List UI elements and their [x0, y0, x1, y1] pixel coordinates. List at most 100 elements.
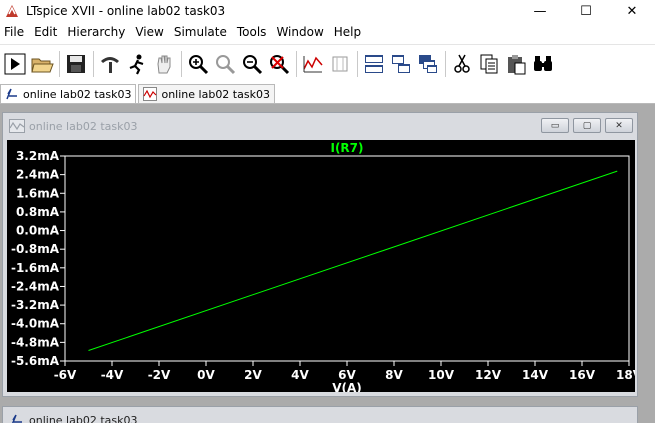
menu-view[interactable]: View: [130, 25, 168, 39]
menu-help[interactable]: Help: [329, 25, 366, 39]
x-tick-label: 18V: [616, 368, 635, 382]
y-tick-label: -5.6mA: [11, 354, 60, 368]
cascade-icon: [419, 54, 437, 73]
run-button[interactable]: [2, 50, 28, 78]
cut-button[interactable]: [449, 50, 475, 78]
y-tick-label: -2.4mA: [11, 279, 60, 293]
child-close-button[interactable]: ✕: [605, 118, 633, 133]
y-tick-label: 0.8mA: [16, 205, 60, 219]
save-icon: [67, 54, 85, 73]
copy-button[interactable]: [476, 50, 502, 78]
second-window-titlebar[interactable]: online lab02 task03: [3, 407, 637, 423]
y-tick-label: 3.2mA: [16, 149, 60, 163]
second-window-title: online lab02 task03: [29, 413, 138, 423]
menu-window[interactable]: Window: [271, 25, 328, 39]
menu-edit[interactable]: Edit: [29, 25, 62, 39]
waveform-plot-area[interactable]: 3.2mA 2.4mA 1.6mA 0.8mA 0.0mA -0.8mA -1.6mA -2.…: [7, 140, 643, 395]
menu-file[interactable]: File: [0, 25, 29, 39]
paste-button[interactable]: [503, 50, 529, 78]
tab-label: online lab02 task03: [23, 87, 132, 101]
tile-horizontal-button[interactable]: [361, 50, 387, 78]
minimize-button[interactable]: —: [517, 0, 563, 22]
toolbar-separator: [181, 50, 182, 77]
toolbar: [0, 44, 655, 82]
y-tick-label: 2.4mA: [16, 168, 60, 182]
schematic-icon: [11, 414, 22, 423]
x-tick-label: 8V: [385, 368, 403, 382]
x-tick-label: 0V: [197, 368, 215, 382]
x-tick-label: 2V: [244, 368, 262, 382]
toolbar-separator: [357, 50, 358, 77]
menu-bar: File Edit Hierarchy View Simulate Tools …: [0, 22, 655, 42]
y-tick-label: -3.2mA: [11, 298, 60, 312]
tab-schematic[interactable]: online lab02 task03: [0, 84, 137, 103]
series-line: [88, 170, 618, 351]
window-title: LTspice XVII - online lab02 task03: [26, 4, 226, 18]
x-tick-label: -6V: [54, 368, 77, 382]
zoom-in-icon: [189, 54, 209, 74]
find-button[interactable]: [530, 50, 556, 78]
y-tick-label: -1.6mA: [11, 261, 60, 275]
toolbar-separator: [296, 50, 297, 77]
control-panel-button[interactable]: [97, 50, 123, 78]
second-plot-window: online lab02 task03: [2, 406, 638, 423]
x-tick-label: 4V: [291, 368, 309, 382]
save-button[interactable]: [63, 50, 89, 78]
y-tick-label: 0.0mA: [16, 224, 60, 238]
copy-icon: [480, 54, 498, 73]
tab-waveform[interactable]: online lab02 task03: [138, 84, 275, 103]
menu-simulate[interactable]: Simulate: [169, 25, 232, 39]
cut-icon: [454, 54, 470, 73]
waveform-icon: [143, 87, 158, 101]
document-tabs: online lab02 task03 online lab02 task03: [0, 84, 655, 104]
cascade-button[interactable]: [415, 50, 441, 78]
menu-hierarchy[interactable]: Hierarchy: [62, 25, 130, 39]
toolbar-separator: [445, 50, 446, 77]
tab-label: online lab02 task03: [161, 87, 270, 101]
autorange-icon: [270, 54, 290, 74]
zoom-full-button[interactable]: [212, 50, 238, 78]
chart-title: I(R7): [330, 141, 363, 155]
autorange-button[interactable]: [266, 50, 292, 78]
waveform-chart[interactable]: 3.2mA 2.4mA 1.6mA 0.8mA 0.0mA -0.8mA -1.6mA -2.…: [7, 140, 643, 395]
pan-hand-button[interactable]: [151, 50, 177, 78]
control-panel-icon: [101, 56, 119, 73]
toolbar-separator: [59, 50, 60, 77]
zoom-full-icon: [216, 54, 236, 74]
pan-hand-icon: [157, 55, 171, 73]
y-tick-label: -4.8mA: [11, 335, 60, 349]
halt-icon: [129, 54, 144, 74]
halt-button[interactable]: [124, 50, 150, 78]
x-tick-label: 12V: [475, 368, 502, 382]
child-maximize-button[interactable]: ▢: [573, 118, 601, 133]
zoom-out-icon: [243, 54, 263, 74]
plot-window: online lab02 task03 ▭ ▢ ✕ 3.2mA 2.4mA 1.6m…: [2, 112, 643, 397]
menu-tools[interactable]: Tools: [232, 25, 272, 39]
open-button[interactable]: [29, 50, 55, 78]
child-minimize-button[interactable]: ▭: [541, 118, 569, 133]
zoom-in-button[interactable]: [185, 50, 211, 78]
plot-window-title: online lab02 task03: [29, 119, 138, 133]
tile-vertical-button[interactable]: [388, 50, 414, 78]
y-tick-label: -0.8mA: [11, 242, 60, 256]
trace-window-icon: [332, 56, 348, 71]
run-icon: [4, 53, 26, 74]
x-tick-label: 16V: [569, 368, 596, 382]
close-button[interactable]: ✕: [609, 0, 655, 22]
trace-window-button[interactable]: [327, 50, 353, 78]
y-tick-label: -4.0mA: [11, 317, 60, 331]
open-icon: [31, 58, 54, 72]
x-tick-label: -4V: [101, 368, 124, 382]
plot-settings-icon: [303, 55, 323, 72]
tile-horizontal-icon: [365, 54, 383, 73]
schematic-icon: [6, 88, 17, 100]
x-tick-label: 14V: [522, 368, 549, 382]
find-icon: [534, 55, 552, 71]
waveform-icon: [9, 119, 25, 133]
toolbar-separator: [93, 50, 94, 77]
zoom-out-button[interactable]: [239, 50, 265, 78]
maximize-button[interactable]: ☐: [563, 0, 609, 22]
plot-settings-button[interactable]: [300, 50, 326, 78]
paste-icon: [508, 54, 526, 74]
y-tick-label: 1.6mA: [16, 186, 60, 200]
